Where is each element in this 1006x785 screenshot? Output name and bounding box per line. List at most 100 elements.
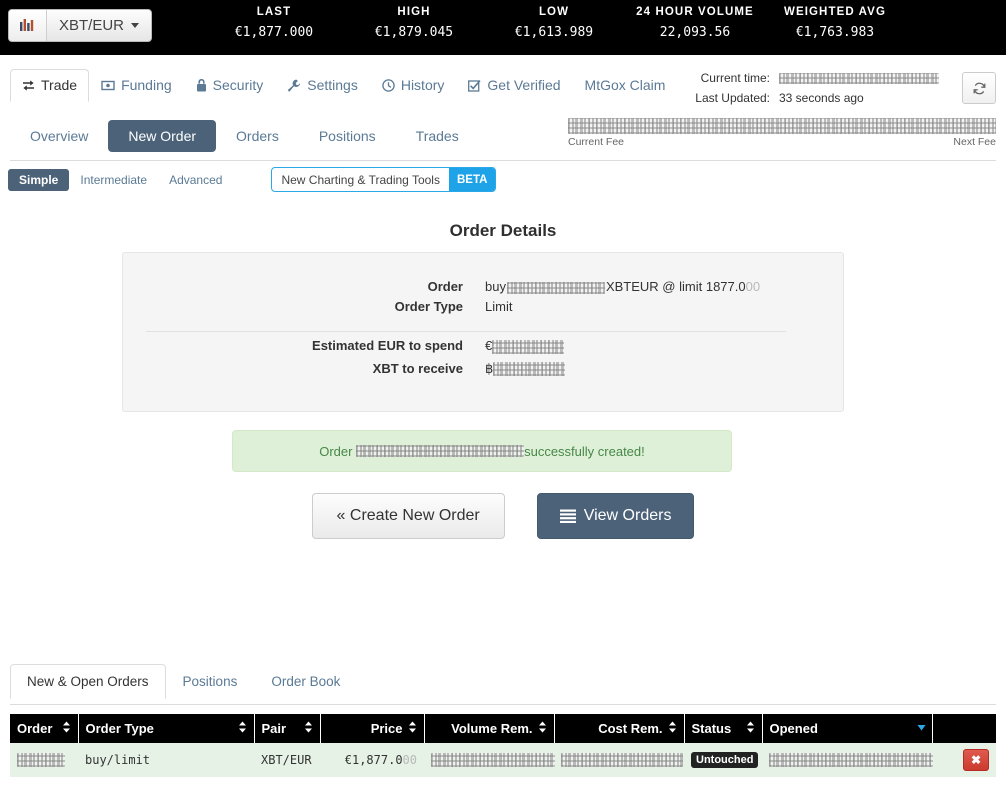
redacted-current-time (779, 73, 939, 84)
cell-status: Untouched (684, 743, 762, 777)
status-time-block: Current time: Last Updated: 33 seconds a… (694, 70, 944, 110)
next-fee-label: Next Fee (953, 136, 996, 148)
subnav-label: New Order (128, 128, 196, 144)
sort-both-icon (538, 721, 547, 736)
tab-positions[interactable]: Positions (166, 664, 255, 699)
col-pair[interactable]: Pair (254, 714, 320, 743)
subnav-item-overview[interactable]: Overview (10, 120, 108, 152)
subnav-item-orders[interactable]: Orders (216, 120, 299, 152)
mode-advanced[interactable]: Advanced (158, 169, 233, 191)
tab-get-verified[interactable]: Get Verified (456, 69, 572, 102)
tab-security-label: Security (213, 77, 264, 93)
create-new-order-button[interactable]: « Create New Order (312, 493, 505, 539)
order-type-value: Limit (485, 299, 512, 314)
subnav-item-trades[interactable]: Trades (396, 120, 479, 152)
tab-funding[interactable]: Funding (89, 69, 184, 102)
tab-new-open-orders[interactable]: New & Open Orders (10, 664, 166, 699)
tab-security[interactable]: Security (184, 69, 276, 102)
mode-label: Simple (19, 173, 58, 187)
redacted-order-id (17, 753, 65, 767)
tab-settings-label: Settings (307, 77, 358, 93)
fee-progress-block: Current Fee Next Fee (568, 117, 996, 148)
list-icon (560, 509, 576, 523)
cell-actions: ✖ (932, 743, 996, 777)
mode-intermediate[interactable]: Intermediate (69, 169, 158, 191)
tab-mtgox-claim[interactable]: MtGox Claim (573, 69, 678, 102)
ticker-stat-value: €1,877.000 (204, 25, 344, 40)
cancel-order-button[interactable]: ✖ (963, 749, 989, 771)
status-badge: Untouched (691, 752, 758, 768)
tab-label: Positions (183, 674, 238, 689)
tab-funding-label: Funding (121, 77, 172, 93)
col-order[interactable]: Order (10, 714, 78, 743)
subnav-label: Orders (236, 128, 279, 144)
xbt-receive-label: XBT to receive (123, 361, 463, 376)
col-volume-rem[interactable]: Volume Rem. (424, 714, 554, 743)
pair-selector-button[interactable]: XBT/EUR (8, 9, 152, 42)
tab-trade[interactable]: Trade (10, 69, 89, 102)
subnav-item-new-order[interactable]: New Order (108, 120, 216, 152)
ticker-stat-24h-volume: 24 HOUR VOLUME 22,093.56 (619, 6, 771, 40)
orders-panel-divider (10, 704, 996, 705)
order-label: Order (123, 279, 463, 294)
fee-labels: Current Fee Next Fee (568, 136, 996, 148)
subnav-label: Positions (319, 128, 376, 144)
subnav-item-positions[interactable]: Positions (299, 120, 396, 152)
xbt-receive-symbol: ฿ (485, 361, 493, 376)
subnav-label: Overview (30, 128, 88, 144)
ticker-stat-label: LOW (484, 6, 624, 18)
col-label: Status (692, 721, 732, 736)
ticker-stat-last: LAST €1,877.000 (204, 6, 344, 40)
orders-panel-tabs: New & Open Orders Positions Order Book (10, 663, 357, 698)
action-button-row: « Create New Order View Orders (0, 493, 1006, 539)
tab-history[interactable]: History (370, 69, 457, 102)
lock-icon (196, 79, 207, 92)
ticker-stat-value: €1,613.989 (484, 25, 624, 40)
estimated-spend-symbol: € (485, 338, 492, 353)
beta-badge: BETA (449, 168, 495, 191)
col-label: Order (17, 721, 52, 736)
new-charting-tools-button[interactable]: New Charting & Trading Tools BETA (271, 167, 496, 192)
col-label: Cost Rem. (598, 721, 662, 736)
cell-opened (762, 743, 932, 777)
current-fee-label: Current Fee (568, 136, 624, 148)
tab-settings[interactable]: Settings (275, 69, 370, 102)
col-label: Price (371, 721, 403, 736)
redacted-cost-rem (561, 753, 683, 767)
col-label: Order Type (86, 721, 154, 736)
current-time-value (779, 71, 939, 85)
tab-order-book[interactable]: Order Book (254, 664, 357, 699)
cell-order (10, 743, 78, 777)
nav-divider (10, 160, 996, 161)
ticker-stat-low: LOW €1,613.989 (484, 6, 624, 40)
ticker-stat-value: 22,093.56 (619, 25, 771, 40)
col-opened[interactable]: Opened (762, 714, 932, 743)
tab-label: Order Book (271, 674, 340, 689)
col-cost-rem[interactable]: Cost Rem. (554, 714, 684, 743)
col-price[interactable]: Price (320, 714, 424, 743)
table-row[interactable]: buy/limit XBT/EUR €1,877.000 Untouched ✖ (10, 743, 996, 777)
view-orders-button[interactable]: View Orders (537, 493, 695, 539)
exchange-icon (22, 79, 35, 92)
sort-both-icon (238, 721, 247, 736)
table-header-row: Order Order Type Pair Price Volume Rem. … (10, 714, 996, 743)
mode-simple[interactable]: Simple (8, 169, 69, 191)
ticker-stat-label: HIGH (344, 6, 484, 18)
sort-both-icon (304, 721, 313, 736)
ticker-stat-label: LAST (204, 6, 344, 18)
pair-selector-label-wrap: XBT/EUR (47, 10, 151, 41)
cell-pair: XBT/EUR (254, 743, 320, 777)
col-label: Opened (770, 721, 818, 736)
last-updated-value: 33 seconds ago (779, 91, 864, 105)
refresh-button[interactable] (962, 72, 996, 104)
success-alert: Order successfully created! (232, 430, 732, 472)
new-charting-tools-label: New Charting & Trading Tools (272, 168, 449, 191)
ticker-stat-weighted-avg: WEIGHTED AVG €1,763.983 (764, 6, 906, 40)
col-status[interactable]: Status (684, 714, 762, 743)
order-details-secondary: Estimated EUR to spend € XBT to receive … (123, 338, 843, 384)
tab-get-verified-label: Get Verified (487, 77, 560, 93)
order-details-row-order-type: Order Type Limit (123, 299, 843, 314)
banknote-icon (101, 79, 115, 92)
col-order-type[interactable]: Order Type (78, 714, 254, 743)
sort-both-icon (668, 721, 677, 736)
